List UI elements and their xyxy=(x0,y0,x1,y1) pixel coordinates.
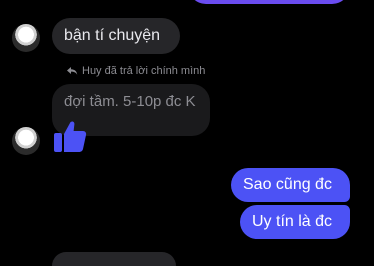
sent-bubble-partial xyxy=(188,0,350,4)
thumbs-up-icon[interactable] xyxy=(52,118,88,154)
received-bubble-partial xyxy=(52,252,176,266)
sent-message[interactable]: Uy tín là đc xyxy=(240,205,350,239)
reply-notice: Huy đã trả lời chính mình xyxy=(66,65,205,77)
reply-arrow-icon xyxy=(67,67,78,75)
avatar[interactable] xyxy=(12,24,40,52)
sent-message[interactable]: Sao cũng đc xyxy=(231,168,350,202)
reply-notice-text: Huy đã trả lời chính mình xyxy=(82,65,206,77)
received-message[interactable]: bận tí chuyện xyxy=(52,18,180,54)
avatar[interactable] xyxy=(12,127,40,155)
